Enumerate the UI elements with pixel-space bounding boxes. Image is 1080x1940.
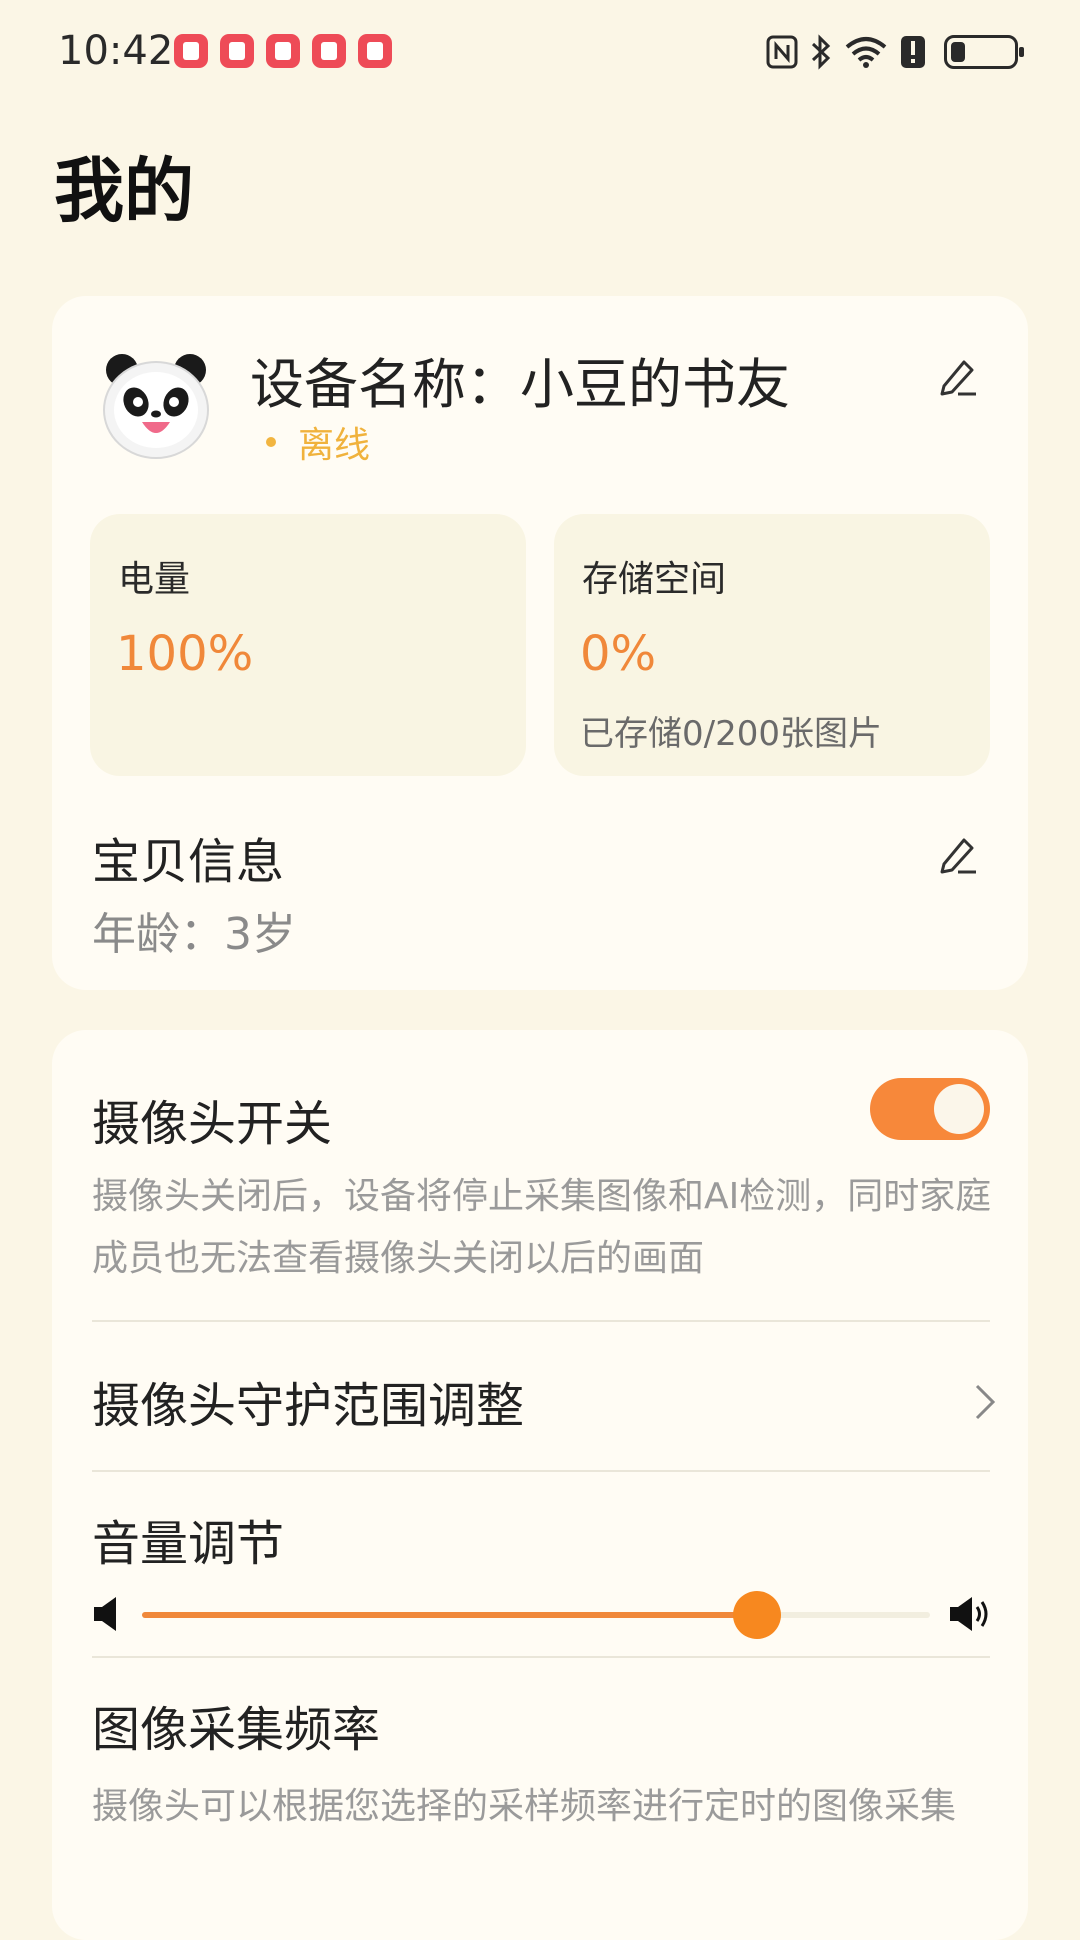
notification-app-icon	[358, 34, 392, 68]
capture-frequency-description: 摄像头可以根据您选择的采样频率进行定时的图像采集	[92, 1786, 957, 1827]
volume-slider[interactable]	[142, 1591, 930, 1639]
guard-range-title[interactable]: 摄像头守护范围调整	[92, 1366, 524, 1436]
alert-icon	[900, 34, 926, 70]
notification-app-icon	[312, 34, 346, 68]
divider	[92, 1470, 990, 1472]
battery-value: 100%	[116, 626, 254, 682]
volume-slider-row	[92, 1584, 992, 1644]
storage-detail: 已存储0/200张图片	[580, 714, 882, 754]
volume-title: 音量调节	[92, 1516, 285, 1572]
storage-value: 0%	[580, 626, 657, 682]
page-title: 我的	[54, 150, 194, 232]
notification-app-icon	[266, 34, 300, 68]
camera-switch-toggle[interactable]	[870, 1078, 990, 1140]
battery-icon	[944, 35, 1024, 69]
battery-label: 电量	[118, 559, 191, 600]
volume-slider-thumb[interactable]	[732, 1591, 781, 1639]
edit-baby-info-button[interactable]	[934, 830, 982, 878]
nfc-icon	[766, 34, 798, 70]
baby-info-title: 宝贝信息	[92, 834, 285, 890]
chevron-right-icon[interactable]	[970, 1382, 1000, 1422]
edit-icon	[940, 838, 976, 874]
bluetooth-icon	[810, 34, 832, 70]
baby-age: 年龄：3岁	[92, 909, 296, 960]
capture-frequency-title: 图像采集频率	[92, 1702, 381, 1758]
settings-card: 摄像头开关 摄像头关闭后，设备将停止采集图像和AI检测，同时家庭成员也无法查看摄…	[52, 1030, 1028, 1940]
camera-switch-title: 摄像头开关	[92, 1096, 333, 1152]
notification-icons	[174, 34, 392, 68]
battery-stat-card: 电量 100%	[90, 514, 526, 776]
device-name: 设备名称：小豆的书友	[250, 353, 790, 416]
panda-avatar-icon	[98, 346, 214, 462]
device-status: 离线	[266, 416, 370, 468]
divider	[92, 1656, 990, 1658]
notification-app-icon	[220, 34, 254, 68]
volume-high-icon	[948, 1594, 992, 1634]
status-bar: 10:42	[0, 0, 1080, 110]
device-card: 设备名称：小豆的书友 离线 电量 100% 存储空间 0% 已存储0/200张图…	[52, 296, 1028, 990]
toggle-knob	[934, 1084, 984, 1134]
volume-slider-fill	[142, 1612, 757, 1618]
edit-icon	[940, 360, 976, 396]
storage-stat-card: 存储空间 0% 已存储0/200张图片	[554, 514, 990, 776]
status-dot-icon	[266, 437, 276, 447]
edit-device-name-button[interactable]	[934, 352, 982, 400]
volume-low-icon	[92, 1594, 122, 1634]
status-time: 10:42	[58, 28, 174, 74]
device-status-text: 离线	[298, 425, 371, 466]
divider	[92, 1320, 990, 1322]
wifi-icon	[844, 34, 888, 70]
camera-switch-description: 摄像头关闭后，设备将停止采集图像和AI检测，同时家庭成员也无法查看摄像头关闭以后…	[92, 1176, 992, 1279]
notification-app-icon	[174, 34, 208, 68]
storage-label: 存储空间	[582, 559, 727, 600]
system-icons	[766, 34, 1024, 70]
